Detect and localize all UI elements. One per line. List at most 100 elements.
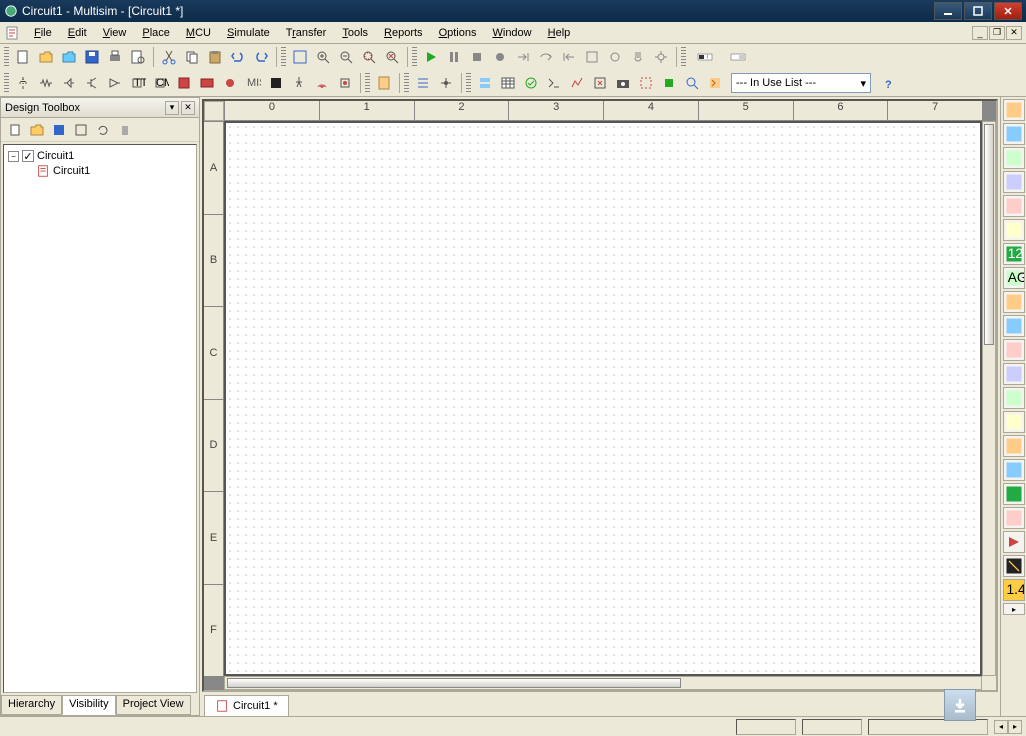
menu-view[interactable]: View: [95, 25, 135, 41]
toolbox-open-button[interactable]: [27, 120, 47, 140]
zoom-fit-button[interactable]: [381, 46, 403, 68]
toolbox-save-button[interactable]: [49, 120, 69, 140]
print-button[interactable]: [104, 46, 126, 68]
instrument-agilent-mm[interactable]: [1003, 459, 1025, 481]
instrument-4ch-scope[interactable]: [1003, 195, 1025, 217]
sim-switch-button[interactable]: I: [689, 46, 721, 68]
toolbar-grip[interactable]: [4, 73, 9, 93]
grab-button[interactable]: [627, 46, 649, 68]
schematic-canvas[interactable]: [224, 121, 982, 676]
instrument-word-generator[interactable]: AG: [1003, 267, 1025, 289]
instrument-function-generator[interactable]: [1003, 123, 1025, 145]
component-wizard-button[interactable]: [704, 72, 726, 94]
toolbar-grip[interactable]: [365, 73, 370, 93]
cut-button[interactable]: [158, 46, 180, 68]
instrument-logic-converter[interactable]: [1003, 315, 1025, 337]
place-electromech-button[interactable]: [334, 72, 356, 94]
toolbar-grip[interactable]: [4, 47, 9, 67]
place-misc-button[interactable]: [265, 72, 287, 94]
instrument-logic-analyzer[interactable]: [1003, 291, 1025, 313]
toolbox-properties-button[interactable]: [71, 120, 91, 140]
design-tree[interactable]: − ✓ Circuit1 Circuit1: [3, 144, 197, 693]
toolbar-grip[interactable]: [681, 47, 686, 67]
place-ttl-button[interactable]: TTL: [127, 72, 149, 94]
instrument-distortion-analyzer[interactable]: [1003, 363, 1025, 385]
nav-next-button[interactable]: ▸: [1008, 720, 1022, 734]
tab-hierarchy[interactable]: Hierarchy: [1, 695, 62, 715]
maximize-button[interactable]: [964, 2, 992, 20]
instrument-current-clamp[interactable]: 1.4v: [1003, 579, 1025, 601]
menu-reports[interactable]: Reports: [376, 25, 431, 41]
paste-button[interactable]: [204, 46, 226, 68]
toolbar-grip[interactable]: [281, 47, 286, 67]
scrollbar-thumb[interactable]: [227, 678, 681, 688]
checkbox-icon[interactable]: ✓: [22, 150, 34, 162]
redo-button[interactable]: [250, 46, 272, 68]
place-diode-button[interactable]: [58, 72, 80, 94]
nav-prev-button[interactable]: ◂: [994, 720, 1008, 734]
tree-child-item[interactable]: Circuit1: [8, 163, 192, 179]
instrument-multimeter[interactable]: [1003, 99, 1025, 121]
menu-transfer[interactable]: Transfer: [278, 25, 335, 41]
menu-place[interactable]: Place: [134, 25, 178, 41]
zoom-out-button[interactable]: [335, 46, 357, 68]
instrument-wattmeter[interactable]: [1003, 147, 1025, 169]
place-rf-button[interactable]: [311, 72, 333, 94]
settings-button[interactable]: [650, 46, 672, 68]
full-screen-button[interactable]: [289, 46, 311, 68]
place-analog-button[interactable]: [104, 72, 126, 94]
database-manager-button[interactable]: [474, 72, 496, 94]
toolbox-refresh-button[interactable]: [93, 120, 113, 140]
new-button[interactable]: [12, 46, 34, 68]
place-advanced-button[interactable]: [288, 72, 310, 94]
menu-simulate[interactable]: Simulate: [219, 25, 278, 41]
postprocessor-button[interactable]: [543, 72, 565, 94]
place-basic-button[interactable]: [35, 72, 57, 94]
find-button[interactable]: [681, 72, 703, 94]
record-button[interactable]: [489, 46, 511, 68]
bus-button[interactable]: [412, 72, 434, 94]
close-button[interactable]: [994, 2, 1022, 20]
menu-file[interactable]: File: [26, 25, 60, 41]
toolbox-close-button[interactable]: ✕: [181, 101, 195, 115]
place-transistor-button[interactable]: [81, 72, 103, 94]
instrument-frequency-counter[interactable]: 123: [1003, 243, 1025, 265]
vertical-scrollbar[interactable]: [982, 121, 996, 676]
grapher-button[interactable]: [520, 72, 542, 94]
capture-button[interactable]: [612, 72, 634, 94]
forward-annotate-button[interactable]: [658, 72, 680, 94]
toggle-breakpoint-button[interactable]: [604, 46, 626, 68]
toolbox-dropdown-button[interactable]: ▾: [165, 101, 179, 115]
menu-edit[interactable]: Edit: [60, 25, 95, 41]
mdi-minimize-button[interactable]: _: [972, 26, 988, 40]
toolbox-new-button[interactable]: [5, 120, 25, 140]
mdi-restore-button[interactable]: ❐: [989, 26, 1005, 40]
instrument-labview[interactable]: [1003, 531, 1025, 553]
go-to-cursor-button[interactable]: [581, 46, 603, 68]
instrument-agilent-fg[interactable]: [1003, 435, 1025, 457]
step-out-button[interactable]: [558, 46, 580, 68]
toolbar-grip[interactable]: [412, 47, 417, 67]
spreadsheet-button[interactable]: [497, 72, 519, 94]
place-hierarchical-button[interactable]: [373, 72, 395, 94]
download-indicator[interactable]: [944, 689, 976, 721]
instrument-spectrum-analyzer[interactable]: [1003, 387, 1025, 409]
analyses-button[interactable]: [566, 72, 588, 94]
zoom-area-button[interactable]: [358, 46, 380, 68]
toolbar-grip[interactable]: [466, 73, 471, 93]
electrical-rules-button[interactable]: [589, 72, 611, 94]
menu-tools[interactable]: Tools: [334, 25, 376, 41]
instrument-tek-scope[interactable]: [1003, 507, 1025, 529]
menu-window[interactable]: Window: [484, 25, 539, 41]
place-power-button[interactable]: MISC: [242, 72, 264, 94]
open-samples-button[interactable]: [58, 46, 80, 68]
sim-switch-off-button[interactable]: [722, 46, 754, 68]
stop-button[interactable]: [466, 46, 488, 68]
step-into-button[interactable]: [512, 46, 534, 68]
menu-mcu[interactable]: MCU: [178, 25, 219, 41]
place-mixed-button[interactable]: [196, 72, 218, 94]
instrument-measurement-probe[interactable]: [1003, 555, 1025, 577]
place-cmos-button[interactable]: CMOS: [150, 72, 172, 94]
tree-root-item[interactable]: − ✓ Circuit1: [8, 149, 192, 163]
instrument-bode-plotter[interactable]: [1003, 219, 1025, 241]
